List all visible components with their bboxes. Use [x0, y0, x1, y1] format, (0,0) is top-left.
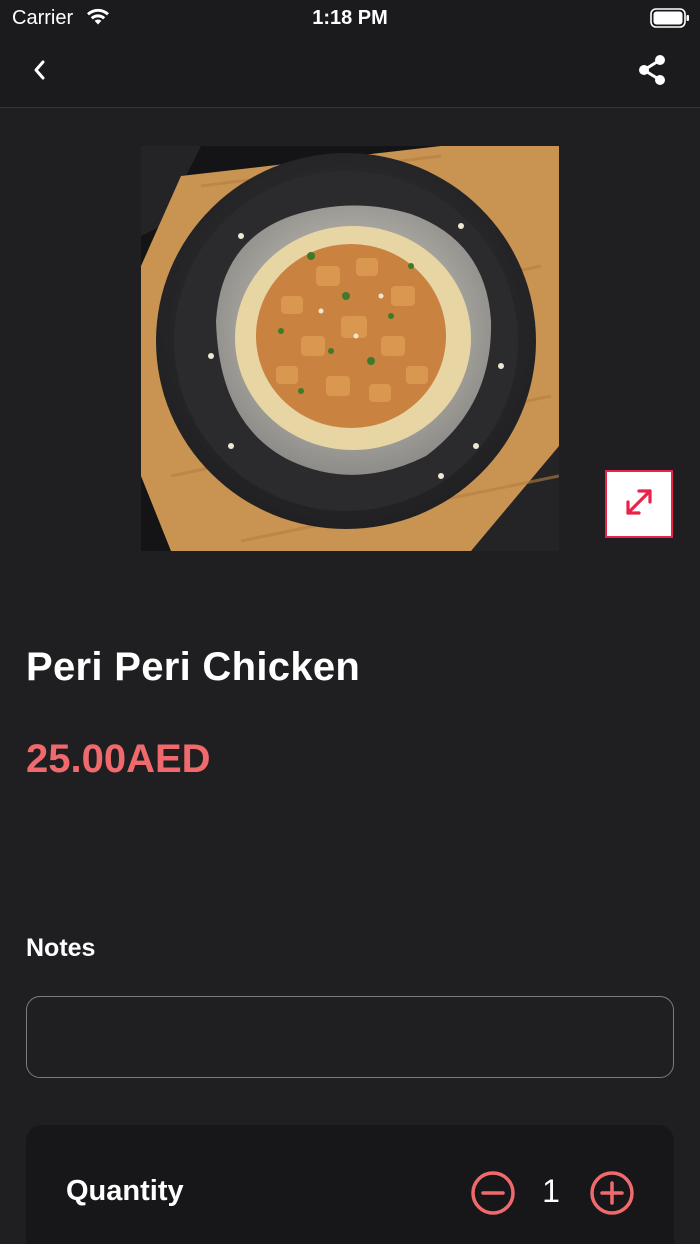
product-price: 25.00AED: [26, 737, 211, 781]
increase-quantity-button[interactable]: [588, 1169, 636, 1217]
quantity-value: 1: [542, 1173, 560, 1209]
product-title: Peri Peri Chicken: [26, 645, 361, 689]
notes-input[interactable]: [26, 996, 674, 1078]
chevron-left-icon: [32, 59, 48, 86]
navigation-bar: [0, 36, 700, 108]
battery-icon: [650, 8, 690, 33]
product-image[interactable]: [141, 146, 559, 551]
share-icon: [635, 53, 669, 92]
share-button[interactable]: [632, 52, 672, 92]
expand-icon: [622, 485, 656, 524]
expand-image-button[interactable]: [605, 470, 673, 538]
quantity-label: Quantity: [66, 1175, 184, 1207]
minus-circle-icon: [469, 1171, 517, 1221]
back-button[interactable]: [22, 54, 58, 90]
notes-label: Notes: [26, 934, 96, 962]
quantity-card: Quantity 1: [26, 1125, 674, 1244]
status-time: 1:18 PM: [312, 7, 388, 29]
decrease-quantity-button[interactable]: [469, 1169, 517, 1217]
status-bar: Carrier 1:18 PM: [0, 0, 700, 36]
plus-circle-icon: [588, 1171, 636, 1221]
